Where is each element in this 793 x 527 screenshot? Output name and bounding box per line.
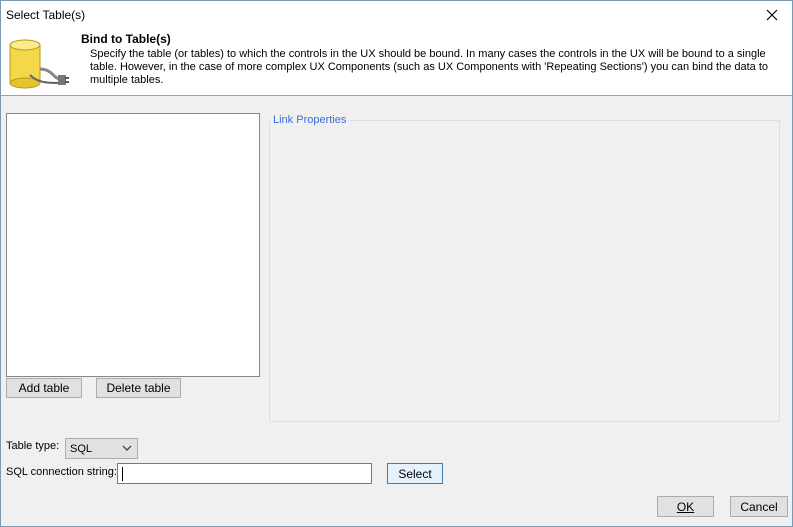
header-title: Bind to Table(s) xyxy=(81,32,171,46)
cancel-button[interactable]: Cancel xyxy=(730,496,788,517)
window-title: Select Table(s) xyxy=(6,8,86,22)
table-list[interactable] xyxy=(6,113,260,377)
table-type-select[interactable]: SQL xyxy=(65,438,138,459)
chevron-down-icon xyxy=(122,445,132,451)
text-caret xyxy=(122,467,123,481)
table-type-label: Table type: xyxy=(6,440,60,452)
connection-string-input[interactable] xyxy=(117,463,372,484)
header-description: Specify the table (or tables) to which t… xyxy=(90,48,769,86)
connection-string-label: SQL connection string: xyxy=(6,466,117,478)
close-icon xyxy=(766,9,778,21)
link-properties-panel xyxy=(269,120,780,422)
select-tables-dialog: Select Table(s) Bind to Table(s) Specify… xyxy=(0,0,793,527)
close-button[interactable] xyxy=(752,1,792,29)
table-type-value: SQL xyxy=(70,442,93,455)
database-plug-icon xyxy=(9,39,69,89)
ok-button[interactable]: OK xyxy=(657,496,714,517)
title-bar: Select Table(s) xyxy=(1,1,792,29)
dialog-header: Bind to Table(s) Specify the table (or t… xyxy=(1,29,792,96)
delete-table-button[interactable]: Delete table xyxy=(96,378,181,398)
ok-button-label: OK xyxy=(676,499,695,514)
link-properties-legend: Link Properties xyxy=(271,114,349,126)
add-table-button[interactable]: Add table xyxy=(6,378,82,398)
select-button[interactable]: Select xyxy=(387,463,443,484)
